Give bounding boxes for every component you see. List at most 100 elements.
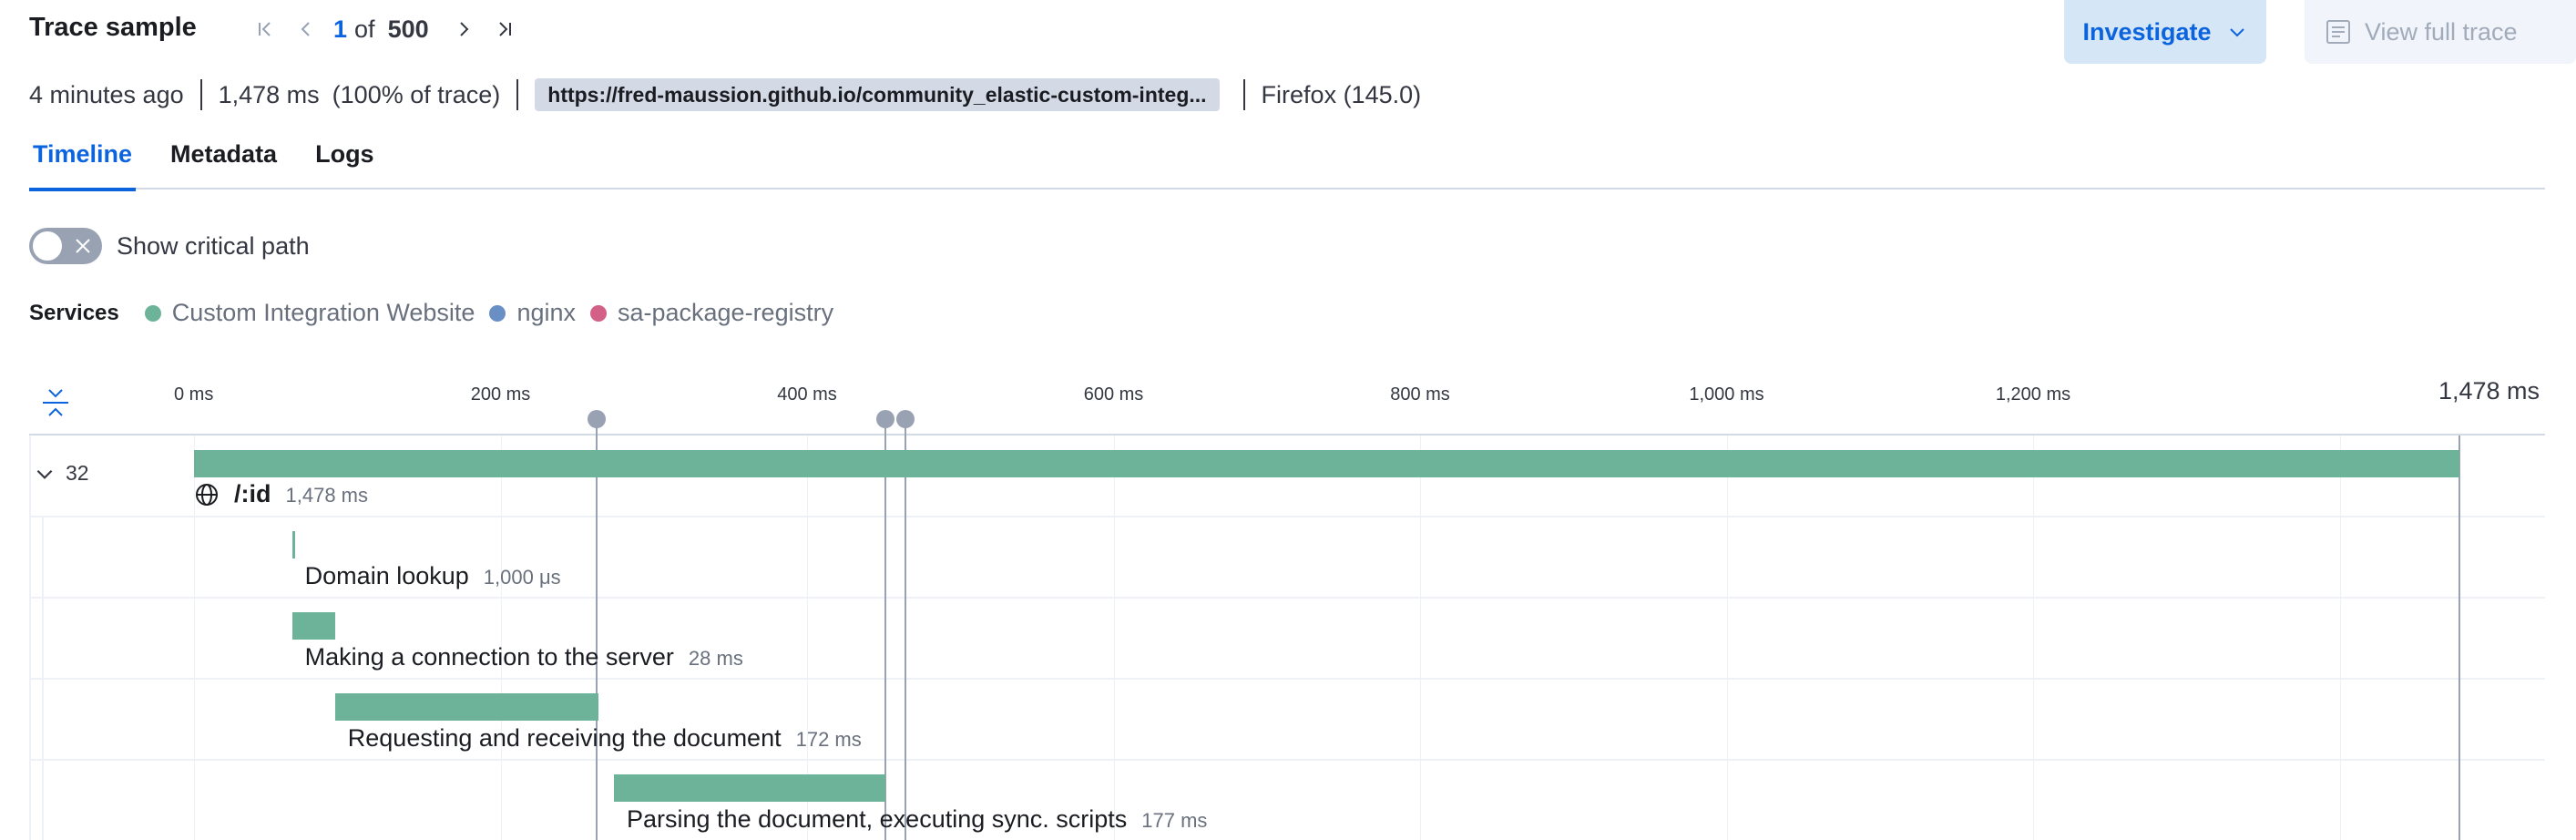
time-tick-label: 0 ms bbox=[174, 384, 214, 405]
cross-icon bbox=[76, 239, 90, 253]
separator bbox=[1242, 79, 1245, 110]
span-duration: 172 ms bbox=[795, 728, 862, 751]
service-name: nginx bbox=[516, 299, 576, 326]
view-full-trace-label: View full trace bbox=[2365, 17, 2518, 46]
separator bbox=[516, 79, 519, 110]
time-tick-label: 400 ms bbox=[777, 384, 837, 405]
span-name: Making a connection to the server bbox=[304, 643, 674, 671]
row-divider bbox=[29, 597, 2545, 599]
grid-column bbox=[1420, 435, 1421, 840]
trace-end-line bbox=[2458, 435, 2460, 840]
first-page-button[interactable] bbox=[246, 11, 286, 47]
chevron-right-icon bbox=[459, 22, 469, 36]
chevron-down-icon bbox=[36, 469, 53, 479]
row-divider bbox=[29, 759, 2545, 761]
separator bbox=[199, 79, 202, 110]
mark-line bbox=[904, 419, 906, 840]
expand-children-toggle[interactable]: 32 bbox=[33, 461, 89, 486]
span-name: Parsing the document, executing sync. sc… bbox=[627, 805, 1128, 833]
trace-summary: 4 minutes ago 1,478 ms (100% of trace) h… bbox=[29, 77, 1421, 113]
grid-column bbox=[1113, 435, 1115, 840]
investigate-button[interactable]: Investigate bbox=[2064, 0, 2266, 64]
collapse-all-icon[interactable] bbox=[40, 384, 71, 421]
span-duration: 28 ms bbox=[688, 647, 743, 670]
url-badge[interactable]: https://fred-maussion.github.io/communit… bbox=[535, 78, 1220, 111]
first-page-icon bbox=[259, 22, 271, 36]
service-name: sa-package-registry bbox=[617, 299, 834, 326]
span-duration: 177 ms bbox=[1141, 809, 1208, 832]
service-color-dot bbox=[589, 304, 607, 322]
user-agent: Firefox (145.0) bbox=[1261, 80, 1422, 108]
child-count: 32 bbox=[66, 461, 89, 485]
span-bar[interactable] bbox=[291, 612, 335, 640]
mark-line bbox=[596, 419, 598, 840]
grid-frame bbox=[29, 435, 31, 840]
root-span-bar[interactable] bbox=[194, 450, 2459, 477]
service-legend-item: nginx bbox=[489, 299, 576, 327]
grid-column bbox=[2033, 435, 2034, 840]
span-name: Domain lookup bbox=[304, 562, 469, 589]
service-color-dot bbox=[489, 304, 506, 322]
chevron-down-icon bbox=[2229, 28, 2244, 37]
document-icon bbox=[2326, 20, 2350, 44]
time-axis-line bbox=[29, 434, 2545, 435]
service-name: Custom Integration Website bbox=[171, 299, 475, 326]
span-duration: 1,000 μs bbox=[483, 566, 561, 589]
trace-percent: (100% of trace) bbox=[332, 80, 501, 108]
tab-metadata[interactable]: Metadata bbox=[167, 128, 281, 190]
last-page-button[interactable] bbox=[484, 11, 524, 47]
time-tick-label: 800 ms bbox=[1390, 384, 1450, 405]
span-label[interactable]: Domain lookup 1,000 μs bbox=[305, 562, 561, 590]
service-legend-item: Custom Integration Website bbox=[144, 299, 475, 327]
span-name: /:id bbox=[234, 480, 271, 507]
trace-pager: 1 of 500 bbox=[246, 11, 524, 47]
trace-sample-panel: Trace sample 1 of 500 Investigate View f… bbox=[0, 0, 2576, 840]
root-span-label[interactable]: /:id 1,478 ms bbox=[194, 480, 368, 508]
investigate-label: Investigate bbox=[2082, 17, 2212, 46]
span-label[interactable]: Making a connection to the server 28 ms bbox=[305, 643, 743, 671]
grid-column bbox=[500, 435, 502, 840]
switch-knob bbox=[31, 230, 64, 262]
mark-dot[interactable] bbox=[588, 410, 607, 428]
services-legend: Services Custom Integration Website ngin… bbox=[29, 299, 848, 327]
next-page-button[interactable] bbox=[444, 11, 484, 47]
waterfall-grid bbox=[0, 435, 2576, 840]
total-pages[interactable]: 500 bbox=[388, 15, 429, 44]
trace-waterfall: 0 ms 200 ms 400 ms 600 ms 800 ms 1,000 ms 1,20… bbox=[0, 364, 2576, 840]
grid-column bbox=[1726, 435, 1728, 840]
chevron-left-icon bbox=[301, 22, 310, 36]
span-name: Requesting and receiving the document bbox=[347, 724, 782, 752]
page-title: Trace sample bbox=[29, 13, 197, 42]
current-page[interactable]: 1 bbox=[333, 15, 347, 44]
grid-column bbox=[2339, 435, 2341, 840]
critical-path-switch[interactable] bbox=[29, 228, 102, 264]
span-duration: 1,478 ms bbox=[285, 484, 369, 507]
span-bar[interactable] bbox=[334, 693, 599, 721]
span-label[interactable]: Parsing the document, executing sync. sc… bbox=[627, 805, 1207, 834]
time-axis-end-label: 1,478 ms bbox=[2438, 377, 2540, 405]
mark-dot[interactable] bbox=[895, 410, 915, 428]
span-label[interactable]: Requesting and receiving the document 172… bbox=[348, 724, 862, 753]
time-tick-label: 200 ms bbox=[470, 384, 531, 405]
previous-page-button[interactable] bbox=[286, 11, 326, 47]
globe-icon bbox=[196, 483, 218, 506]
service-color-dot bbox=[144, 304, 161, 322]
services-label: Services bbox=[29, 300, 119, 325]
critical-path-toggle-row: Show critical path bbox=[29, 228, 310, 264]
pager-of-label: of bbox=[354, 15, 375, 43]
last-page-icon bbox=[498, 22, 511, 36]
view-full-trace-button[interactable]: View full trace bbox=[2305, 0, 2576, 64]
tab-logs[interactable]: Logs bbox=[312, 128, 378, 190]
span-bar[interactable] bbox=[291, 531, 295, 558]
span-bar[interactable] bbox=[614, 774, 885, 802]
row-divider bbox=[29, 516, 2545, 517]
tab-timeline[interactable]: Timeline bbox=[29, 128, 137, 191]
time-tick-label: 1,200 ms bbox=[1995, 384, 2071, 405]
time-ago: 4 minutes ago bbox=[29, 80, 184, 108]
critical-path-label: Show critical path bbox=[117, 231, 310, 260]
mark-dot[interactable] bbox=[875, 410, 894, 428]
time-tick-label: 1,000 ms bbox=[1689, 384, 1764, 405]
row-divider bbox=[29, 678, 2545, 680]
trace-duration: 1,478 ms bbox=[218, 80, 320, 108]
time-tick-label: 600 ms bbox=[1083, 384, 1144, 405]
